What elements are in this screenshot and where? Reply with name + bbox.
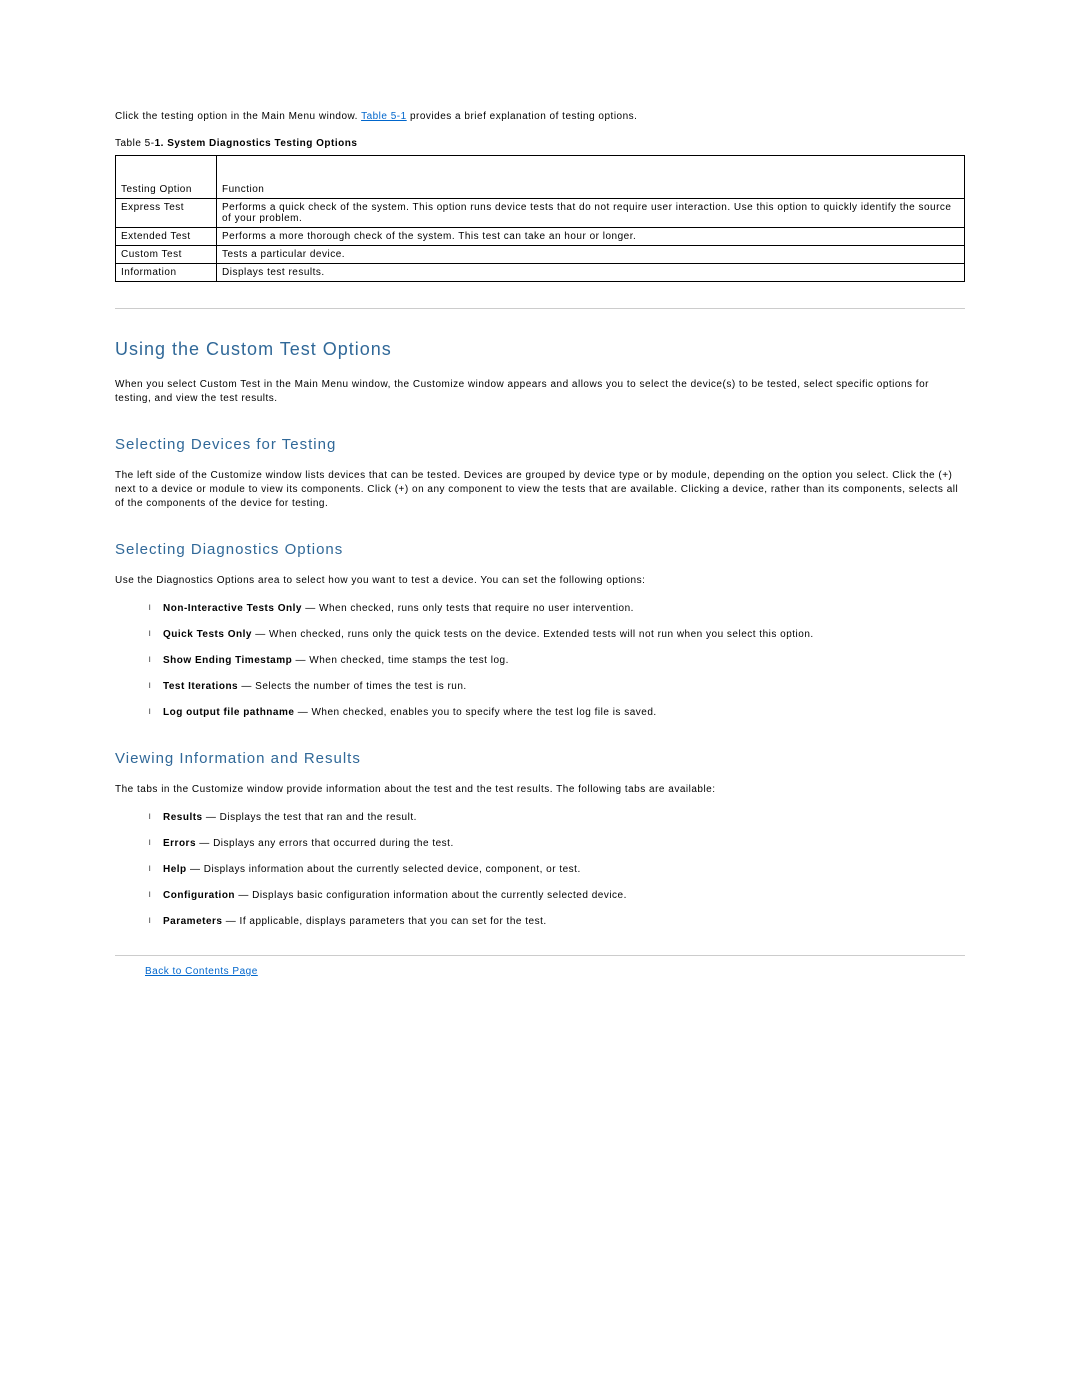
section-divider	[115, 955, 965, 956]
heading-using-custom-test: Using the Custom Test Options	[115, 339, 965, 360]
back-link-container: Back to Contents Page	[145, 966, 965, 977]
tab-term: Help	[163, 864, 187, 875]
option-term: Non-Interactive Tests Only	[163, 603, 302, 614]
list-item: Parameters — If applicable, displays par…	[149, 915, 965, 929]
heading-selecting-devices: Selecting Devices for Testing	[115, 436, 965, 453]
option-term: Test Iterations	[163, 681, 238, 692]
list-item: Errors — Displays any errors that occurr…	[149, 837, 965, 851]
diagnostics-table: Testing Option Function Express Test Per…	[115, 155, 965, 282]
table-cell-function: Performs a quick check of the system. Th…	[217, 199, 965, 228]
paragraph-using-custom-test: When you select Custom Test in the Main …	[115, 378, 965, 406]
table-ref-link[interactable]: Table 5-1	[361, 111, 407, 122]
option-desc: — When checked, runs only tests that req…	[302, 603, 634, 614]
table-row: Express Test Performs a quick check of t…	[116, 199, 965, 228]
list-item: Log output file pathname — When checked,…	[149, 706, 965, 720]
tab-term: Parameters	[163, 916, 222, 927]
option-desc: — When checked, runs only the quick test…	[252, 629, 814, 640]
paragraph-selecting-diagnostics: Use the Diagnostics Options area to sele…	[115, 574, 965, 588]
paragraph-viewing-info: The tabs in the Customize window provide…	[115, 783, 965, 797]
table-caption-prefix: Table 5-	[115, 138, 155, 149]
intro-paragraph: Click the testing option in the Main Men…	[115, 110, 965, 124]
table-row: Information Displays test results.	[116, 264, 965, 282]
option-desc: — When checked, time stamps the test log…	[292, 655, 509, 666]
table-cell-function: Performs a more thorough check of the sy…	[217, 228, 965, 246]
tab-term: Errors	[163, 838, 196, 849]
option-term: Show Ending Timestamp	[163, 655, 292, 666]
tab-term: Configuration	[163, 890, 235, 901]
table-row: Custom Test Tests a particular device.	[116, 246, 965, 264]
back-to-contents-link[interactable]: Back to Contents Page	[145, 966, 258, 977]
table-header-function: Function	[217, 156, 965, 199]
heading-selecting-diagnostics: Selecting Diagnostics Options	[115, 541, 965, 558]
section-divider	[115, 308, 965, 309]
heading-viewing-info: Viewing Information and Results	[115, 750, 965, 767]
table-cell-option: Express Test	[116, 199, 217, 228]
tab-desc: — Displays any errors that occurred duri…	[196, 838, 454, 849]
option-desc: — Selects the number of times the test i…	[238, 681, 467, 692]
table-cell-function: Tests a particular device.	[217, 246, 965, 264]
paragraph-selecting-devices: The left side of the Customize window li…	[115, 469, 965, 511]
table-cell-function: Displays test results.	[217, 264, 965, 282]
list-item: Results — Displays the test that ran and…	[149, 811, 965, 825]
table-cell-option: Extended Test	[116, 228, 217, 246]
list-item: Non-Interactive Tests Only — When checke…	[149, 602, 965, 616]
table-header-option: Testing Option	[116, 156, 217, 199]
tab-desc: — Displays basic configuration informati…	[235, 890, 627, 901]
table-row: Extended Test Performs a more thorough c…	[116, 228, 965, 246]
option-term: Quick Tests Only	[163, 629, 252, 640]
list-item: Configuration — Displays basic configura…	[149, 889, 965, 903]
option-term: Log output file pathname	[163, 707, 294, 718]
intro-suffix: provides a brief explanation of testing …	[407, 111, 638, 122]
intro-prefix: Click the testing option in the Main Men…	[115, 111, 361, 122]
tab-term: Results	[163, 812, 203, 823]
tab-desc: — Displays the test that ran and the res…	[203, 812, 417, 823]
tab-desc: — Displays information about the current…	[187, 864, 581, 875]
table-caption-title: 1. System Diagnostics Testing Options	[155, 138, 358, 149]
diagnostics-options-list: Non-Interactive Tests Only — When checke…	[115, 602, 965, 720]
table-cell-option: Custom Test	[116, 246, 217, 264]
option-desc: — When checked, enables you to specify w…	[294, 707, 656, 718]
list-item: Quick Tests Only — When checked, runs on…	[149, 628, 965, 642]
table-header-row: Testing Option Function	[116, 156, 965, 199]
list-item: Show Ending Timestamp — When checked, ti…	[149, 654, 965, 668]
tab-desc: — If applicable, displays parameters tha…	[222, 916, 546, 927]
table-cell-option: Information	[116, 264, 217, 282]
list-item: Test Iterations — Selects the number of …	[149, 680, 965, 694]
list-item: Help — Displays information about the cu…	[149, 863, 965, 877]
table-caption: Table 5-1. System Diagnostics Testing Op…	[115, 138, 965, 149]
results-tabs-list: Results — Displays the test that ran and…	[115, 811, 965, 929]
